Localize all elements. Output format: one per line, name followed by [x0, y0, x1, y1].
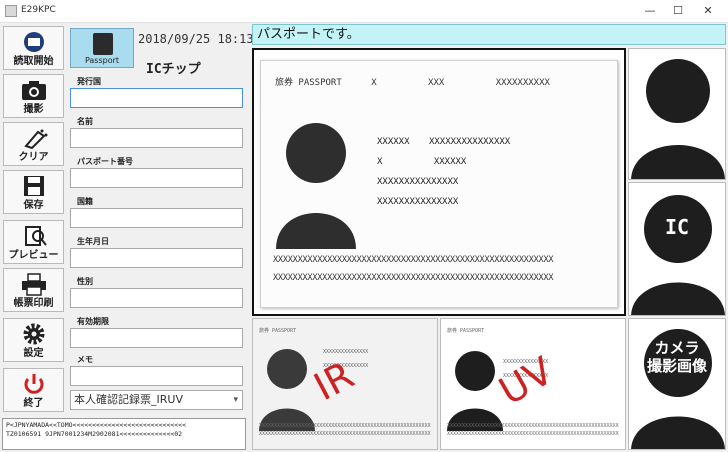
passport-number-input[interactable]: [70, 168, 243, 188]
name-input[interactable]: [70, 128, 243, 148]
power-icon: [4, 372, 63, 396]
clear-label: クリア: [18, 152, 49, 163]
passport-mrz-line-1: XXXXXXXXXXXXXXXXXXXXXXXXXXXXXXXXXXXXXXXX…: [273, 255, 554, 265]
settings-label: 設定: [23, 348, 44, 359]
expiry-label: 有効期限: [77, 317, 109, 326]
ic-photo-label: IC: [664, 215, 690, 239]
sex-label: 性別: [77, 277, 93, 286]
passport-header-country: XXX: [428, 78, 445, 88]
camera-icon: [4, 78, 63, 102]
datetime: 2018/09/25 18:13: [138, 32, 254, 46]
ir-line-1: XXXXXXXXXXXXXXX: [323, 349, 369, 355]
uv-mrz-1: XXXXXXXXXXXXXXXXXXXXXXXXXXXXXXXXXXXXXXXX…: [447, 423, 619, 429]
passport-number-label: パスポート番号: [77, 157, 133, 166]
mrz-text: P<JPNYAMADA<<TOMO<<<<<<<<<<<<<<<<<<<<<<<…: [2, 418, 246, 450]
preview-icon: [4, 224, 63, 248]
uv-mrz-2: XXXXXXXXXXXXXXXXXXXXXXXXXXXXXXXXXXXXXXXX…: [447, 431, 619, 437]
ir-face-silhouette-icon: [259, 349, 315, 431]
memo-input[interactable]: [70, 366, 243, 386]
exit-button[interactable]: 終了: [3, 368, 64, 412]
camera-photo-label-2: 撮影画像: [646, 357, 707, 375]
preview-label: プレビュー: [8, 250, 59, 261]
issuing-country-input[interactable]: [70, 88, 243, 108]
report-select[interactable]: 本人確認記録票_IRUV ▾: [70, 390, 243, 410]
passport-tab[interactable]: Passport: [70, 28, 134, 68]
toolbar: 読取開始 撮影 クリア 保存 プレビュー 帳票印刷 設定 終了: [0, 24, 66, 416]
passport-field-3: XXXXXXXXXXXXXXX: [377, 177, 459, 187]
gear-icon: [4, 322, 63, 346]
passport-field-1: XXXXXX XXXXXXXXXXXXXXX: [377, 137, 511, 147]
name-label: 名前: [77, 117, 93, 126]
scan-start-label: 読取開始: [13, 56, 54, 67]
status-message: パスポートです。: [252, 24, 726, 45]
ir-mrz-2: XXXXXXXXXXXXXXXXXXXXXXXXXXXXXXXXXXXXXXXX…: [259, 431, 431, 437]
settings-button[interactable]: 設定: [3, 318, 64, 362]
capture-button[interactable]: 撮影: [3, 74, 64, 118]
chevron-down-icon: ▾: [233, 395, 238, 405]
uv-image: 旅券 PASSPORT XXXXXXXXXXXXXXX XXXXXXXXXXXX…: [440, 318, 626, 450]
birthdate-input[interactable]: [70, 248, 243, 268]
passport-page: 旅券 PASSPORT X XXX XXXXXXXXXX XXXXXX XXXX…: [260, 60, 618, 308]
ir-image: 旅券 PASSPORT XXXXXXXXXXXXXXX XXXXXXXXXXXX…: [252, 318, 438, 450]
passport-tab-label: Passport: [84, 56, 120, 65]
passport-header: 旅券 PASSPORT X XXX XXXXXXXXXX: [275, 75, 550, 88]
memo-label: メモ: [77, 355, 93, 364]
scan-icon: [4, 30, 63, 54]
passport-header-code: XXXXXXXXXX: [495, 78, 550, 88]
nationality-input[interactable]: [70, 208, 243, 228]
expiry-input[interactable]: [70, 328, 243, 348]
capture-label: 撮影: [23, 104, 44, 115]
save-button[interactable]: 保存: [3, 170, 64, 214]
preview-button[interactable]: プレビュー: [3, 220, 64, 264]
passport-field-4: XXXXXXXXXXXXXXX: [377, 197, 459, 207]
save-icon: [4, 174, 63, 198]
passport-mrz-line-2: XXXXXXXXXXXXXXXXXXXXXXXXXXXXXXXXXXXXXXXX…: [273, 273, 554, 283]
exit-label: 終了: [23, 398, 44, 409]
ir-mrz-1: XXXXXXXXXXXXXXXXXXXXXXXXXXXXXXXXXXXXXXXX…: [259, 423, 431, 429]
ic-chip-photo: IC: [628, 182, 726, 316]
app-icon: [5, 5, 17, 17]
print-button[interactable]: 帳票印刷: [3, 268, 64, 312]
report-select-value: 本人確認記録票_IRUV: [74, 393, 183, 406]
passport-field-2: X XXXXXX: [377, 157, 467, 167]
mrz-line-2: TZ0106591 9JPN7001234M2902081<<<<<<<<<<<…: [6, 430, 183, 438]
ic-chip-label: ICチップ: [146, 62, 201, 77]
clear-button[interactable]: クリア: [3, 122, 64, 166]
ic-face-silhouette-icon: [631, 195, 725, 315]
nationality-label: 国籍: [77, 197, 93, 206]
print-label: 帳票印刷: [13, 298, 54, 309]
face-photo-thumbnail: [628, 48, 726, 180]
scan-start-button[interactable]: 読取開始: [3, 26, 64, 70]
minimize-button[interactable]: —: [636, 1, 664, 21]
passport-icon: [93, 33, 113, 55]
mrz-line-1: P<JPNYAMADA<<TOMO<<<<<<<<<<<<<<<<<<<<<<<…: [6, 421, 187, 429]
sex-input[interactable]: [70, 288, 243, 308]
clear-icon: [4, 126, 63, 150]
face-photo-silhouette: [276, 123, 356, 249]
close-button[interactable]: ✕: [694, 1, 722, 21]
uv-header-text: 旅券 PASSPORT: [447, 328, 485, 334]
title-bar: E29KPC — ☐ ✕: [0, 0, 728, 23]
issuing-country-label: 発行国: [77, 77, 101, 86]
birthdate-label: 生年月日: [77, 237, 109, 246]
maximize-button[interactable]: ☐: [664, 1, 692, 21]
window-title: E29KPC: [21, 5, 56, 15]
printer-icon: [4, 272, 63, 296]
passport-image: 旅券 PASSPORT X XXX XXXXXXXXXX XXXXXX XXXX…: [252, 48, 626, 316]
ir-header-text: 旅券 PASSPORT: [259, 328, 297, 334]
camera-photo: カメラ 撮影画像: [628, 318, 726, 450]
uv-face-silhouette-icon: [447, 351, 503, 431]
passport-header-type: X: [371, 78, 377, 88]
passport-header-title: 旅券 PASSPORT: [275, 78, 342, 88]
face-silhouette-icon: [631, 59, 725, 179]
save-label: 保存: [23, 200, 44, 211]
